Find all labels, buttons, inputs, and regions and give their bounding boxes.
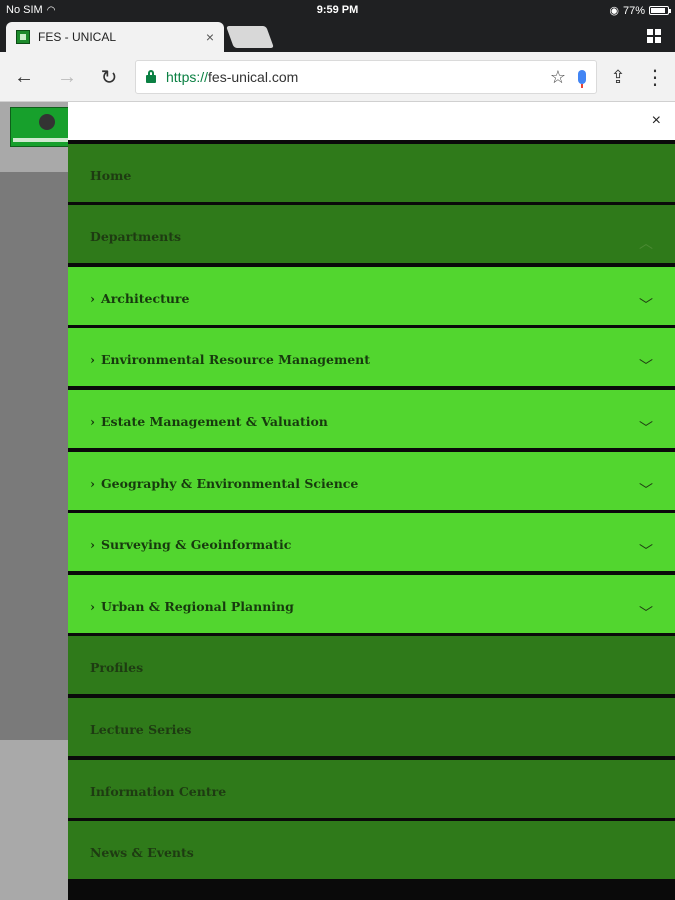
menu-item-text: Surveying & Geoinformatic xyxy=(101,537,292,553)
menu-icon[interactable]: ⋮ xyxy=(643,65,667,89)
menu-item-estate-management-valuation[interactable]: › Estate Management & Valuation ﹀ xyxy=(68,389,675,448)
chevron-up-icon[interactable]: ︿ xyxy=(639,233,653,253)
lock-icon xyxy=(146,70,156,83)
url-text[interactable]: https://fes-unical.com xyxy=(166,69,550,85)
menu-item-environmental-resource-management[interactable]: › Environmental Resource Management ﹀ xyxy=(68,328,675,387)
menu-item-label: Information Centre xyxy=(90,784,226,799)
back-icon[interactable]: ← xyxy=(12,65,36,89)
tab-switcher-icon[interactable] xyxy=(647,29,661,43)
caret-right-icon: › xyxy=(90,290,95,306)
menu-item-text: Profiles xyxy=(90,660,144,676)
chevron-down-icon[interactable]: ﹀ xyxy=(639,541,653,561)
chevron-down-icon[interactable]: ﹀ xyxy=(639,295,653,315)
menu-item-label: › Urban & Regional Planning xyxy=(90,599,294,614)
menu-item-text: Home xyxy=(90,167,132,183)
caret-right-icon: › xyxy=(90,352,95,368)
battery-percent: 77% xyxy=(622,4,645,17)
chevron-down-icon[interactable]: ﹀ xyxy=(639,418,653,438)
url-scheme: https:// xyxy=(166,69,209,85)
menu-item-text: News & Events xyxy=(90,845,194,861)
menu-item-surveying-geoinformatic[interactable]: › Surveying & Geoinformatic ﹀ xyxy=(68,513,675,572)
menu-item-departments[interactable]: Departments ︿ xyxy=(68,205,675,264)
site-favicon-icon xyxy=(16,30,30,44)
menu-item-home[interactable]: Home xyxy=(68,143,675,202)
tab-title: FES - UNICAL xyxy=(38,30,117,44)
menu-item-label: Profiles xyxy=(90,660,143,675)
tab-fes-unical[interactable]: FES - UNICAL × xyxy=(6,22,224,52)
new-tab-button[interactable] xyxy=(225,26,275,48)
menu-item-text: Lecture Series xyxy=(90,721,192,737)
status-time: 9:59 PM xyxy=(316,4,359,16)
menu-item-text: Departments xyxy=(90,229,182,245)
site-logo[interactable] xyxy=(10,107,70,147)
forward-icon[interactable]: → xyxy=(55,65,79,89)
menu-item-urban-regional-planning[interactable]: › Urban & Regional Planning ﹀ xyxy=(68,574,675,633)
menu-item-label: Departments xyxy=(90,229,181,244)
menu-item-text: Geography & Environmental Science xyxy=(101,475,359,491)
share-icon[interactable]: ⇪ xyxy=(606,65,630,89)
battery-icon xyxy=(649,6,671,15)
menu-item-label: › Architecture xyxy=(90,291,189,306)
page-overlay-block xyxy=(0,172,68,740)
chevron-down-icon[interactable]: ﹀ xyxy=(639,603,653,623)
menu-item-profiles[interactable]: Profiles xyxy=(68,636,675,695)
drawer-close-icon[interactable]: × xyxy=(652,112,661,130)
drawer-header: × xyxy=(68,102,675,140)
menu-item-text: Urban & Regional Planning xyxy=(101,598,294,614)
menu-item-text: Environmental Resource Management xyxy=(101,352,371,368)
menu-item-label: › Estate Management & Valuation xyxy=(90,414,328,429)
caret-right-icon: › xyxy=(90,413,95,429)
menu-item-lecture-series[interactable]: Lecture Series xyxy=(68,697,675,756)
browser-toolbar: ← → ↻ https://fes-unical.com ☆ ⇪ ⋮ xyxy=(0,52,675,102)
menu-item-label: › Geography & Environmental Science xyxy=(90,476,358,491)
reload-icon[interactable]: ↻ xyxy=(97,65,121,89)
menu-item-label: › Environmental Resource Management xyxy=(90,352,370,367)
caret-right-icon: › xyxy=(90,537,95,553)
menu-item-information-centre[interactable]: Information Centre xyxy=(68,759,675,818)
navigation-drawer: × Home Departments ︿ › Architecture ﹀ › Environ… xyxy=(68,102,675,900)
menu-item-label: › Surveying & Geoinformatic xyxy=(90,537,291,552)
url-host: fes-unical.com xyxy=(208,69,299,85)
menu-item-label: News & Events xyxy=(90,845,194,860)
caret-right-icon: › xyxy=(90,598,95,614)
battery-level-fill xyxy=(651,8,665,13)
menu-item-text: Estate Management & Valuation xyxy=(101,413,328,429)
menu-item-architecture[interactable]: › Architecture ﹀ xyxy=(68,266,675,325)
caret-right-icon: › xyxy=(90,475,95,491)
menu-item-text: Architecture xyxy=(101,290,190,306)
chevron-down-icon[interactable]: ﹀ xyxy=(639,356,653,376)
status-bar: No SIM ◠ 9:59 PM ◉ 77% xyxy=(0,0,675,20)
tab-close-icon[interactable]: × xyxy=(206,29,214,45)
status-right: ◉ 77% xyxy=(609,4,671,17)
drawer-menu-list: Home Departments ︿ › Architecture ﹀ › Environme… xyxy=(68,143,675,880)
menu-item-text: Information Centre xyxy=(90,783,227,799)
microphone-icon[interactable] xyxy=(578,70,586,88)
menu-item-news-events[interactable]: News & Events xyxy=(68,821,675,880)
menu-item-geography-environmental-science[interactable]: › Geography & Environmental Science ﹀ xyxy=(68,451,675,510)
menu-item-label: Home xyxy=(90,168,131,183)
tab-strip: FES - UNICAL × xyxy=(0,20,675,52)
bookmark-star-icon[interactable]: ☆ xyxy=(550,67,566,88)
menu-item-label: Lecture Series xyxy=(90,722,191,737)
chevron-down-icon[interactable]: ﹀ xyxy=(639,480,653,500)
address-bar[interactable]: https://fes-unical.com ☆ xyxy=(135,60,597,94)
rotation-lock-icon: ◉ xyxy=(609,5,619,17)
